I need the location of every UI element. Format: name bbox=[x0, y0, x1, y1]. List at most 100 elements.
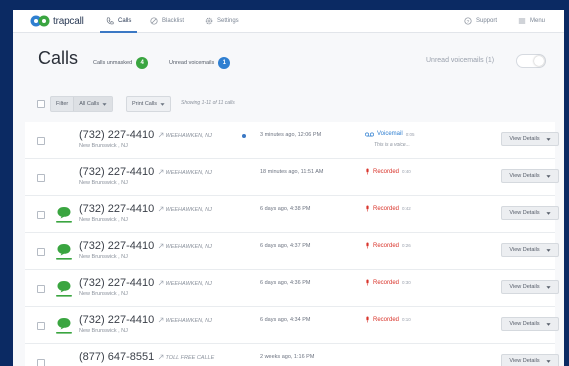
status-recorded[interactable]: Recorded 0:42 bbox=[365, 205, 411, 212]
caller-carrier: WEEHAWKEN, NJ bbox=[158, 132, 212, 139]
status-recorded[interactable]: Recorded 0:10 bbox=[365, 316, 411, 323]
caller-carrier: WEEHAWKEN, NJ bbox=[158, 169, 212, 176]
microphone-icon bbox=[366, 316, 369, 323]
chevron-down-icon bbox=[545, 211, 551, 215]
svg-text:?: ? bbox=[467, 19, 470, 25]
link-icon bbox=[158, 169, 164, 175]
row-checkbox[interactable] bbox=[37, 248, 45, 256]
row-checkbox[interactable] bbox=[37, 285, 45, 293]
view-details-label: View Details bbox=[509, 358, 540, 364]
status-label: Recorded bbox=[373, 205, 400, 212]
caller-number[interactable]: (732) 227-4410 bbox=[79, 240, 154, 252]
view-details-button[interactable]: View Details bbox=[501, 169, 559, 183]
filter-selected: All Calls bbox=[79, 101, 100, 107]
hamburger-icon bbox=[518, 18, 526, 24]
nav-settings[interactable]: Settings bbox=[205, 10, 239, 32]
caller-number[interactable]: (732) 227-4410 bbox=[79, 129, 154, 141]
call-row[interactable]: (732) 227-4410 New Brunswick , NJ WEEHAWK… bbox=[25, 159, 559, 196]
caller-number[interactable]: (732) 227-4410 bbox=[79, 277, 154, 289]
status-voicemail[interactable]: Voicemail 0:05 bbox=[365, 131, 414, 137]
nav-blacklist[interactable]: Blacklist bbox=[150, 10, 184, 32]
calls-unmasked-stat[interactable]: Calls unmasked 4 bbox=[93, 57, 149, 69]
link-icon bbox=[158, 280, 164, 286]
duration: 0:40 bbox=[402, 169, 411, 174]
duration: 0:30 bbox=[402, 280, 411, 285]
status-label: Recorded bbox=[373, 242, 400, 249]
link-icon bbox=[158, 132, 164, 138]
status-recorded[interactable]: Recorded 0:40 bbox=[365, 168, 411, 175]
unmasked-icon bbox=[56, 281, 72, 297]
call-row[interactable]: (877) 647-8551 TOLL FREE CALLE 2 weeks ag… bbox=[25, 344, 559, 366]
caller-carrier: WEEHAWKEN, NJ bbox=[158, 243, 212, 250]
row-checkbox[interactable] bbox=[37, 322, 45, 330]
status-recorded[interactable]: Recorded 0:30 bbox=[365, 279, 411, 286]
showing-count: Showing 1-11 of 11 calls bbox=[181, 100, 235, 106]
view-details-button[interactable]: View Details bbox=[501, 243, 559, 257]
call-time: 6 days ago, 4:37 PM bbox=[260, 243, 311, 249]
caller-number[interactable]: (732) 227-4410 bbox=[79, 203, 154, 215]
unread-voicemails-toggle[interactable] bbox=[516, 54, 546, 68]
unmasked-icon bbox=[56, 244, 72, 260]
call-row[interactable]: (732) 227-4410 New Brunswick , NJ WEEHAWK… bbox=[25, 196, 559, 233]
caller-carrier: WEEHAWKEN, NJ bbox=[158, 317, 212, 324]
filter-dropdown[interactable]: All Calls bbox=[73, 97, 113, 111]
select-all-checkbox[interactable] bbox=[37, 100, 45, 108]
view-details-button[interactable]: View Details bbox=[501, 206, 559, 220]
caller-number[interactable]: (877) 647-8551 bbox=[79, 351, 154, 363]
link-icon bbox=[158, 317, 164, 323]
view-details-button[interactable]: View Details bbox=[501, 280, 559, 294]
nav-menu[interactable]: Menu bbox=[518, 10, 545, 32]
unread-voicemails-toggle-label: Unread voicemails (1) bbox=[426, 57, 495, 64]
chevron-down-icon bbox=[545, 137, 551, 141]
caller-carrier: WEEHAWKEN, NJ bbox=[158, 206, 212, 213]
view-details-button[interactable]: View Details bbox=[501, 132, 559, 146]
view-details-button[interactable]: View Details bbox=[501, 354, 559, 366]
duration: 0:42 bbox=[402, 206, 411, 211]
help-icon: ? bbox=[464, 17, 472, 25]
call-row[interactable]: (732) 227-4410 New Brunswick , NJ WEEHAWK… bbox=[25, 270, 559, 307]
top-nav: trapcall Calls Blacklist Settings ? Supp… bbox=[13, 10, 564, 33]
chevron-down-icon bbox=[102, 102, 107, 106]
view-details-button[interactable]: View Details bbox=[501, 317, 559, 331]
caller-location: New Brunswick , NJ bbox=[79, 254, 128, 260]
call-time: 6 days ago, 4:34 PM bbox=[260, 317, 311, 323]
chevron-down-icon bbox=[160, 102, 165, 106]
nav-support[interactable]: ? Support bbox=[464, 10, 497, 32]
caller-number[interactable]: (732) 227-4410 bbox=[79, 166, 154, 178]
caller-location: New Brunswick , NJ bbox=[79, 180, 128, 186]
print-calls-button[interactable]: Print Calls bbox=[126, 96, 172, 112]
view-details-label: View Details bbox=[509, 210, 540, 216]
row-checkbox[interactable] bbox=[37, 359, 45, 366]
gear-icon bbox=[205, 17, 213, 25]
microphone-icon bbox=[366, 279, 369, 286]
unread-dot bbox=[242, 134, 246, 138]
call-row[interactable]: (732) 227-4410 New Brunswick , NJ WEEHAWK… bbox=[25, 233, 559, 270]
caller-number[interactable]: (732) 227-4410 bbox=[79, 314, 154, 326]
calls-unmasked-badge: 4 bbox=[136, 57, 149, 69]
call-time: 18 minutes ago, 11:51 AM bbox=[260, 169, 324, 175]
trapcall-logo[interactable]: trapcall bbox=[29, 13, 84, 29]
nav-blacklist-label: Blacklist bbox=[162, 18, 185, 24]
view-details-label: View Details bbox=[509, 284, 540, 290]
status-recorded[interactable]: Recorded 0:26 bbox=[365, 242, 411, 249]
duration: 0:10 bbox=[402, 317, 411, 322]
chevron-down-icon bbox=[545, 248, 551, 252]
view-details-label: View Details bbox=[509, 247, 540, 253]
unread-voicemails-stat[interactable]: Unread voicemails 1 bbox=[169, 57, 231, 69]
nav-settings-label: Settings bbox=[217, 18, 239, 24]
nav-calls[interactable]: Calls bbox=[99, 10, 138, 33]
caller-carrier: WEEHAWKEN, NJ bbox=[158, 280, 212, 287]
caller-location: New Brunswick , NJ bbox=[79, 217, 128, 223]
row-checkbox[interactable] bbox=[37, 211, 45, 219]
caller-location: New Brunswick , NJ bbox=[79, 328, 128, 334]
view-details-label: View Details bbox=[509, 136, 540, 142]
call-row[interactable]: (732) 227-4410 New Brunswick , NJ WEEHAWK… bbox=[25, 307, 559, 344]
view-details-label: View Details bbox=[509, 173, 540, 179]
voicemail-snippet: This is a voice... bbox=[374, 142, 410, 148]
caller-carrier: TOLL FREE CALLE bbox=[158, 354, 214, 361]
link-icon bbox=[158, 206, 164, 212]
call-row[interactable]: (732) 227-4410 New Brunswick , NJ WEEHAWK… bbox=[25, 122, 559, 159]
microphone-icon bbox=[366, 168, 369, 175]
row-checkbox[interactable] bbox=[37, 137, 45, 145]
row-checkbox[interactable] bbox=[37, 174, 45, 182]
